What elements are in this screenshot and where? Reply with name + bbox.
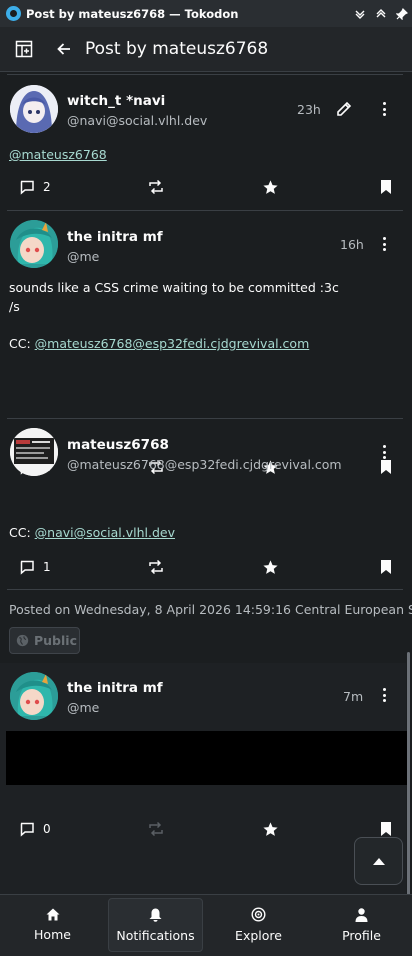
boost-button[interactable] — [148, 557, 164, 577]
cc-label: CC: — [9, 336, 35, 351]
more-options-icon[interactable] — [382, 237, 386, 251]
maximize-icon[interactable] — [375, 8, 387, 20]
post-divider — [7, 589, 403, 590]
post-cc-line: CC: @mateusz6768@esp32fedi.cjdgrevival.c… — [9, 336, 309, 351]
post-content-line: /s — [9, 299, 20, 314]
post-content-line: sounds like a CSS crime waiting to be co… — [9, 280, 339, 295]
explore-icon — [251, 907, 266, 922]
boost-icon — [149, 559, 163, 575]
reply-count: 0 — [43, 822, 51, 836]
star-icon — [263, 559, 278, 574]
reply-icon — [20, 822, 34, 837]
author-name[interactable]: the initra mf — [67, 229, 163, 245]
boost-button — [148, 819, 164, 839]
nav-label: Notifications — [116, 927, 195, 943]
bookmark-icon — [381, 180, 391, 194]
globe-icon — [16, 634, 29, 647]
boost-icon — [149, 821, 163, 837]
posted-on-text: Posted on Wednesday, 8 April 2026 14:59:… — [9, 602, 412, 617]
more-options-icon[interactable] — [382, 445, 386, 459]
minimize-icon[interactable] — [354, 8, 366, 20]
nav-notifications[interactable]: Notifications — [108, 898, 203, 952]
star-icon — [263, 179, 278, 194]
bookmark-button[interactable] — [380, 457, 392, 477]
reply-icon — [20, 560, 34, 575]
page-header: Post by mateusz6768 — [0, 27, 412, 72]
bookmark-button[interactable] — [380, 177, 392, 197]
reply-button[interactable]: 0 — [19, 819, 51, 839]
favourite-button[interactable] — [262, 557, 279, 577]
bookmark-icon — [381, 822, 391, 836]
mention-link[interactable]: @navi@social.vlhl.dev — [35, 525, 175, 540]
cc-label: CC: — [9, 525, 35, 540]
page-title: Post by mateusz6768 — [85, 39, 269, 59]
avatar[interactable] — [10, 220, 58, 268]
back-arrow-icon[interactable] — [54, 39, 74, 59]
nav-profile[interactable]: Profile — [314, 898, 409, 952]
profile-icon — [355, 907, 368, 922]
nav-label: Profile — [342, 927, 381, 943]
reply-count: 1 — [43, 560, 51, 574]
bookmark-button[interactable] — [380, 819, 392, 839]
avatar[interactable] — [10, 672, 58, 720]
avatar[interactable] — [10, 85, 58, 133]
media-attachment[interactable] — [6, 731, 407, 785]
post-divider — [7, 74, 403, 75]
author-handle: @me — [67, 249, 100, 264]
boost-button[interactable] — [148, 177, 164, 197]
nav-label: Explore — [235, 928, 282, 943]
scrollbar[interactable] — [407, 652, 410, 894]
nav-label: Home — [34, 927, 71, 942]
reply-button[interactable]: 1 — [19, 557, 51, 577]
post-divider — [7, 210, 403, 211]
author-handle: @me — [67, 700, 100, 715]
nav-explore[interactable]: Explore — [211, 898, 306, 952]
visibility-badge: Public — [9, 627, 80, 654]
star-icon — [263, 821, 278, 836]
window-titlebar: Post by mateusz6768 — Tokodon — [0, 0, 412, 27]
edit-icon[interactable] — [335, 100, 353, 118]
favourite-button[interactable] — [262, 819, 279, 839]
more-options-icon[interactable] — [382, 102, 386, 116]
reply-count: 2 — [43, 180, 51, 194]
favourite-button[interactable] — [262, 177, 279, 197]
bottom-navigation: Home Notifications Explore Profile — [0, 894, 412, 956]
pin-icon[interactable] — [396, 7, 408, 20]
mention-link[interactable]: @mateusz6768@esp32fedi.cjdgrevival.com — [35, 336, 310, 351]
bookmark-icon — [381, 560, 391, 574]
window-title: Post by mateusz6768 — Tokodon — [26, 6, 239, 21]
author-name[interactable]: mateusz6768 — [67, 437, 169, 453]
bookmark-icon — [381, 460, 391, 474]
author-name[interactable]: witch_t *navi — [67, 93, 165, 109]
post-actions: 1 — [0, 557, 406, 577]
post-time: 7m — [343, 689, 364, 704]
chevron-up-icon — [372, 858, 385, 865]
boost-icon — [149, 179, 163, 195]
author-handle: @navi@social.vlhl.dev — [67, 113, 208, 128]
post-time: 23h — [297, 102, 321, 117]
post-actions: 0 — [0, 819, 406, 839]
author-name[interactable]: the initra mf — [67, 680, 163, 696]
tokodon-app-icon — [6, 6, 21, 21]
author-handle: @mateusz6768@esp32fedi.cjdgrevival.com — [67, 457, 342, 472]
scroll-to-top-button[interactable] — [354, 837, 403, 885]
sidebar-toggle-icon[interactable] — [14, 39, 34, 59]
nav-home[interactable]: Home — [5, 898, 100, 952]
bell-icon — [149, 908, 162, 922]
more-options-icon[interactable] — [382, 688, 386, 702]
post-actions: 2 — [0, 177, 406, 197]
post-thread[interactable]: witch_t *navi @navi@social.vlhl.dev 23h … — [0, 72, 412, 894]
post-time: 16h — [340, 237, 364, 252]
mention-link[interactable]: @mateusz6768 — [9, 147, 107, 162]
reply-button[interactable]: 2 — [19, 177, 51, 197]
avatar[interactable] — [10, 428, 58, 476]
visibility-label: Public — [34, 633, 77, 648]
reply-icon — [20, 180, 34, 195]
post-cc-line: CC: @navi@social.vlhl.dev — [9, 525, 175, 540]
post-divider — [7, 418, 403, 419]
home-icon — [46, 908, 59, 921]
bookmark-button[interactable] — [380, 557, 392, 577]
post-content: @mateusz6768 — [9, 147, 107, 162]
